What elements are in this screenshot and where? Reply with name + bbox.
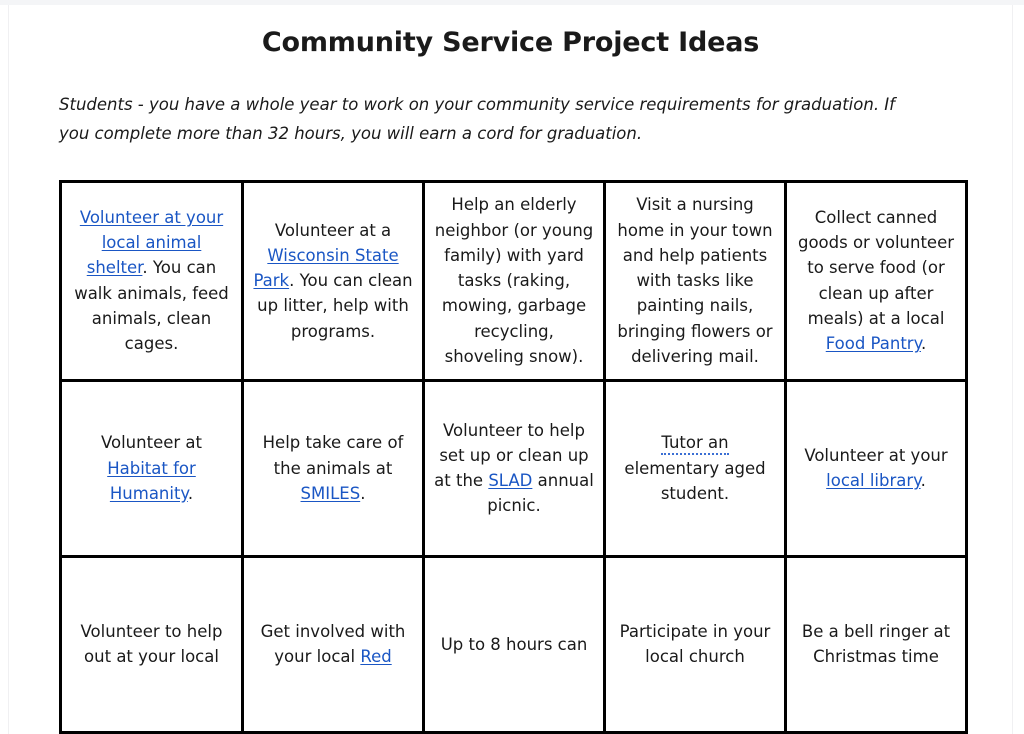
link-smiles-animals-1[interactable]: SMILES — [301, 484, 361, 503]
page-title: Community Service Project Ideas — [261, 27, 760, 58]
cell-text: Participate in your local church — [619, 621, 771, 667]
cell-text: Volunteer at your — [804, 445, 948, 465]
table-row: Volunteer to help out at your local Get … — [59, 554, 968, 734]
intro-paragraph: Students - you have a whole year to work… — [59, 95, 895, 144]
idea-cell-bell-ringer-partial[interactable]: Be a bell ringer at Christmas time — [784, 554, 968, 734]
link-habitat-for-humanity-1[interactable]: Habitat for Humanity — [107, 459, 196, 503]
cell-text: Be a bell ringer at Christmas time — [801, 621, 951, 667]
link-food-pantry-1[interactable]: Food Pantry — [826, 334, 921, 353]
idea-cell-tutor-elementary-student[interactable]: Tutor an elementary aged student. — [603, 378, 787, 558]
cell-text: Visit a nursing home in your town and he… — [617, 195, 773, 366]
cell-text: . — [920, 471, 926, 491]
cell-text: Help an elderly neighbor (or young famil… — [434, 195, 594, 366]
project-ideas-table-body: Volunteer at your local animal shelter. … — [59, 179, 968, 734]
cell-text: Help take care of the animals at — [262, 433, 404, 478]
idea-cell-elderly-neighbor-yard-tasks[interactable]: Help an elderly neighbor (or young famil… — [422, 179, 606, 382]
document-body: Community Service Project Ideas Students… — [9, 27, 1012, 734]
idea-cell-animal-shelter[interactable]: Volunteer at your local animal shelter. … — [59, 179, 244, 382]
idea-cell-slad-annual-picnic[interactable]: Volunteer to help set up or clean up at … — [422, 378, 606, 558]
cell-text: . — [187, 483, 194, 503]
cell-text: Collect canned goods or volunteer to ser… — [797, 208, 955, 328]
cell-text: . — [360, 483, 366, 503]
idea-cell-wisconsin-state-park[interactable]: Volunteer at a Wisconsin State Park. You… — [241, 179, 425, 382]
document-page: Community Service Project Ideas Students… — [8, 5, 1013, 734]
idea-cell-smiles-animals[interactable]: Help take care of the animals at SMILES. — [241, 378, 425, 558]
spellcheck-underline: Tutor an — [661, 433, 729, 456]
cell-text: Volunteer at — [101, 433, 202, 453]
project-ideas-table: Volunteer at your local animal shelter. … — [59, 179, 968, 734]
cell-text: . — [921, 334, 927, 354]
idea-cell-local-volunteer-partial[interactable]: Volunteer to help out at your local — [59, 554, 244, 734]
table-row: Volunteer at Habitat for Humanity. Help … — [59, 378, 968, 558]
idea-cell-nursing-home-visit[interactable]: Visit a nursing home in your town and he… — [603, 179, 787, 382]
idea-cell-eight-hours-partial[interactable]: Up to 8 hours can — [422, 554, 606, 734]
idea-cell-habitat-for-humanity[interactable]: Volunteer at Habitat for Humanity. — [59, 378, 244, 558]
cell-text: Volunteer at a — [274, 220, 392, 240]
idea-cell-food-pantry[interactable]: Collect canned goods or volunteer to ser… — [784, 179, 968, 382]
cell-text: elementary aged student. — [624, 458, 766, 503]
cell-text: Up to 8 hours can — [440, 634, 588, 654]
table-row: Volunteer at your local animal shelter. … — [59, 179, 968, 382]
link-local-library-1[interactable]: local library — [826, 471, 920, 490]
idea-cell-local-church-partial[interactable]: Participate in your local church — [603, 554, 787, 734]
idea-cell-red-cross-partial[interactable]: Get involved with your local Red — [241, 554, 425, 734]
link-slad-annual-picnic-1[interactable]: SLAD — [488, 471, 532, 490]
idea-cell-local-library[interactable]: Volunteer at your local library. — [784, 378, 968, 558]
link-red-cross-partial-1[interactable]: Red — [360, 647, 391, 666]
cell-text: Volunteer to help out at your local — [80, 621, 223, 667]
